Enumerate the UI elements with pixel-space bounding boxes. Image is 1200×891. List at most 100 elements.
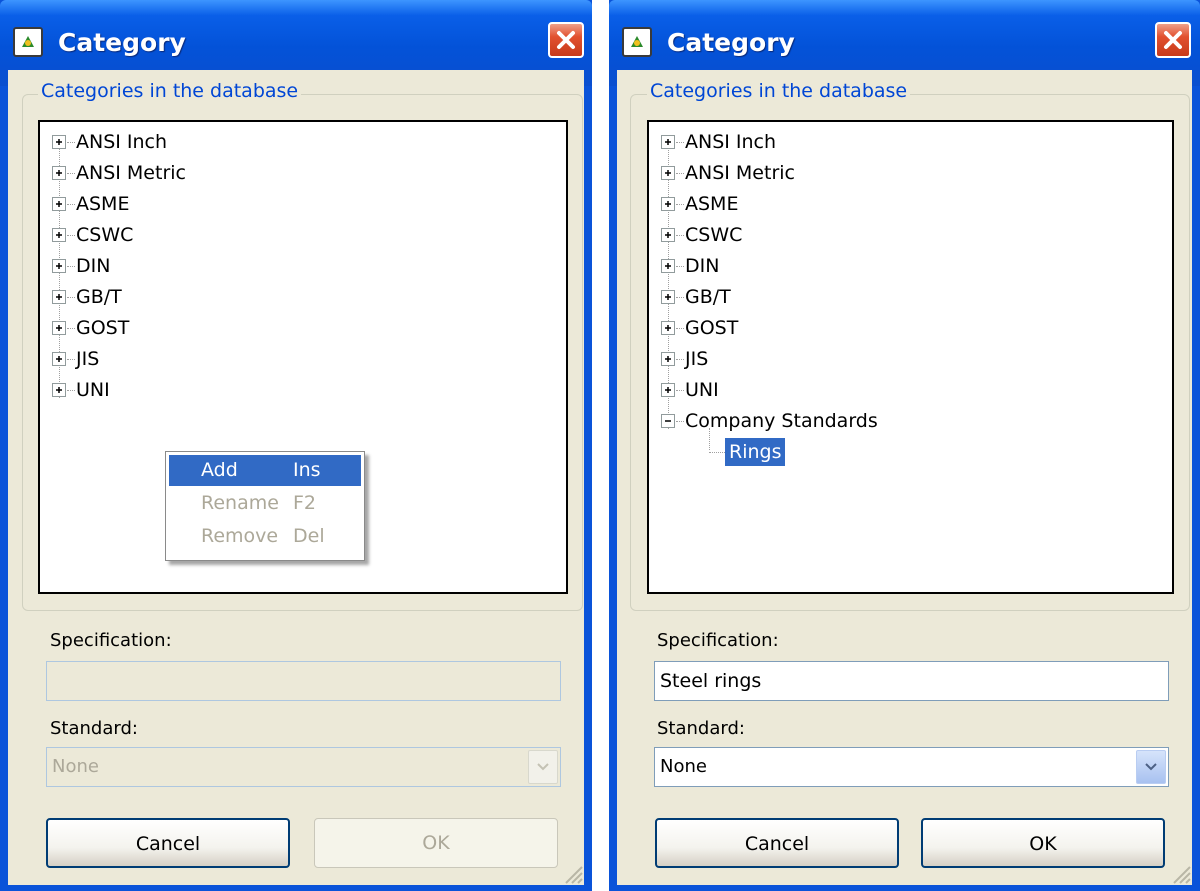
context-menu: Add Ins Rename F2 Remove Del [165, 451, 365, 561]
tree-connector [676, 421, 684, 422]
expand-plus-icon[interactable] [52, 228, 66, 242]
tree-connector [676, 266, 684, 267]
chevron-down-icon[interactable] [528, 750, 558, 784]
menu-item-shortcut: Del [293, 525, 325, 547]
tree-item-label: DIN [685, 255, 720, 277]
close-icon[interactable] [548, 22, 584, 58]
expand-plus-icon[interactable] [52, 166, 66, 180]
category-dialog-left: Category Categories in the database ANSI… [0, 0, 592, 891]
menu-item-label: Add [201, 459, 238, 481]
standard-select[interactable]: None [654, 747, 1169, 787]
tree-item-label: CSWC [685, 224, 743, 246]
standard-label: Standard: [657, 718, 745, 739]
tree-connector [709, 452, 725, 453]
tree-item-label: ASME [76, 193, 130, 215]
window-title: Category [58, 28, 186, 57]
tree-connector [676, 204, 684, 205]
tree-connector [676, 359, 684, 360]
expand-plus-icon[interactable] [661, 166, 675, 180]
expand-plus-icon[interactable] [52, 259, 66, 273]
tree-item-label: JIS [685, 348, 709, 370]
dialog-client-area: Categories in the database ANSI Inch ANS… [8, 70, 584, 885]
specification-input[interactable] [46, 661, 561, 701]
window-title: Category [667, 28, 795, 57]
expand-plus-icon[interactable] [661, 228, 675, 242]
resize-grip-icon[interactable] [1168, 861, 1192, 885]
tree-connector [67, 204, 75, 205]
tree-connector [67, 390, 75, 391]
tree-connector-line [709, 428, 710, 450]
resize-grip-icon[interactable] [560, 861, 584, 885]
tree-item-label: Rings [725, 438, 786, 466]
expand-plus-icon[interactable] [52, 197, 66, 211]
menu-item-remove[interactable]: Remove Del [169, 521, 361, 552]
menu-item-label: Remove [201, 525, 279, 547]
expand-plus-icon[interactable] [52, 352, 66, 366]
tree-connector [67, 266, 75, 267]
specification-input[interactable]: Steel rings [654, 661, 1169, 701]
tree-item-label: Company Standards [685, 410, 878, 432]
expand-plus-icon[interactable] [52, 135, 66, 149]
category-app-icon [13, 27, 43, 57]
tree-connector [676, 173, 684, 174]
standard-label: Standard: [50, 718, 138, 739]
tree-item-label: GB/T [76, 286, 122, 308]
menu-item-rename[interactable]: Rename F2 [169, 488, 361, 519]
specification-label: Specification: [50, 630, 172, 651]
tree-connector [67, 328, 75, 329]
ok-button[interactable]: OK [314, 818, 558, 868]
ok-button[interactable]: OK [921, 818, 1165, 868]
expand-plus-icon[interactable] [52, 290, 66, 304]
tree-item-label: ANSI Metric [76, 162, 186, 184]
menu-item-shortcut: F2 [293, 492, 317, 514]
standard-select-value: None [52, 756, 99, 777]
expand-plus-icon[interactable] [661, 135, 675, 149]
close-icon[interactable] [1155, 22, 1191, 58]
tree-item-label: UNI [76, 379, 110, 401]
expand-plus-icon[interactable] [52, 383, 66, 397]
dialog-client-area: Categories in the database ANSI Inch ANS… [617, 70, 1192, 885]
expand-plus-icon[interactable] [661, 259, 675, 273]
groupbox-label: Categories in the database [38, 80, 302, 102]
expand-plus-icon[interactable] [661, 321, 675, 335]
menu-item-shortcut: Ins [293, 459, 321, 481]
tree-item-label: DIN [76, 255, 111, 277]
tree-connector [67, 297, 75, 298]
tree-connector [67, 173, 75, 174]
tree-connector [67, 235, 75, 236]
tree-connector [67, 142, 75, 143]
standard-select[interactable]: None [46, 747, 561, 787]
tree-connector [676, 328, 684, 329]
tree-connector [67, 359, 75, 360]
cancel-button[interactable]: Cancel [46, 818, 290, 868]
tree-item-label: CSWC [76, 224, 134, 246]
tree-item-label: ANSI Inch [76, 131, 168, 153]
cancel-button[interactable]: Cancel [655, 818, 899, 868]
menu-item-label: Rename [201, 492, 279, 514]
category-dialog-right: Category Categories in the database ANSI… [609, 0, 1200, 891]
tree-connector [676, 297, 684, 298]
tree-item-label: ANSI Metric [685, 162, 795, 184]
collapse-minus-icon[interactable] [661, 414, 675, 428]
expand-plus-icon[interactable] [52, 321, 66, 335]
menu-item-add[interactable]: Add Ins [169, 455, 361, 486]
chevron-down-icon[interactable] [1136, 750, 1166, 784]
tree-connector [676, 235, 684, 236]
tree-item-label: ASME [685, 193, 739, 215]
expand-plus-icon[interactable] [661, 290, 675, 304]
expand-plus-icon[interactable] [661, 383, 675, 397]
tree-connector [676, 142, 684, 143]
tree-item-label: ANSI Inch [685, 131, 777, 153]
standard-select-value: None [660, 756, 707, 777]
expand-plus-icon[interactable] [661, 197, 675, 211]
tree-item-label: GB/T [685, 286, 731, 308]
specification-label: Specification: [657, 630, 779, 651]
category-app-icon [622, 27, 652, 57]
tree-item-label: UNI [685, 379, 719, 401]
expand-plus-icon[interactable] [661, 352, 675, 366]
tree-item-label: GOST [685, 317, 739, 339]
tree-item-label: GOST [76, 317, 130, 339]
groupbox-label: Categories in the database [647, 80, 911, 102]
category-tree[interactable]: ANSI Inch ANSI Metric ASME CSWC DIN GB/T… [647, 120, 1174, 594]
tree-connector [676, 390, 684, 391]
